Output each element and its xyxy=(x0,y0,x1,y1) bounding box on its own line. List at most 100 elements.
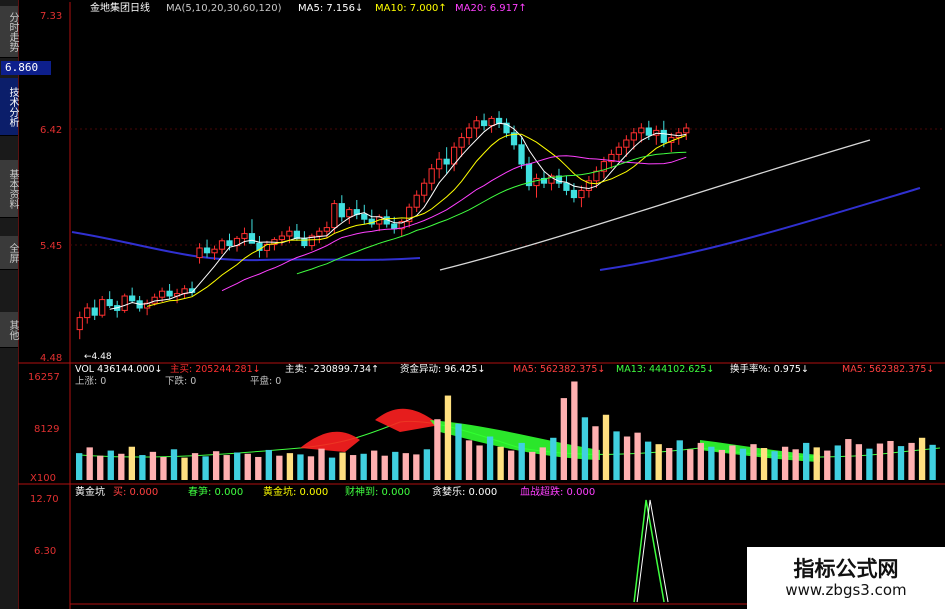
volume-bar xyxy=(297,454,304,480)
candle xyxy=(144,299,151,316)
volume-bar xyxy=(497,446,504,480)
volume-header-ma5-turnover: MA5: 562382.375↓ xyxy=(842,364,934,375)
volume-bar xyxy=(202,456,209,480)
volume-bar xyxy=(655,444,662,480)
volume-buy-band xyxy=(375,408,440,432)
candle-body xyxy=(158,290,166,298)
site-watermark: 指标公式网 www.zbgs3.com xyxy=(747,547,945,609)
ma5-line xyxy=(109,122,687,310)
candle xyxy=(196,243,203,264)
indicator-header-wealth-god: 财神到: 0.000 xyxy=(345,485,410,498)
watermark-url: www.zbgs3.com xyxy=(785,581,907,599)
candle xyxy=(263,240,271,258)
candle xyxy=(353,200,360,220)
candle-body xyxy=(286,230,293,237)
candle xyxy=(166,284,173,300)
volume-bar xyxy=(855,444,863,480)
candle xyxy=(683,123,690,140)
candle xyxy=(578,185,585,208)
candle-body xyxy=(106,299,113,307)
candle-body xyxy=(570,189,578,199)
candle-body xyxy=(578,189,585,199)
candle xyxy=(630,128,637,150)
candle-body xyxy=(316,230,323,237)
candle-body xyxy=(660,129,667,143)
volume-bar xyxy=(771,451,778,480)
volume-bar xyxy=(897,446,905,480)
volume-bar xyxy=(318,448,325,480)
candle-body xyxy=(421,182,428,196)
candle-body xyxy=(436,158,443,170)
candle-body xyxy=(278,235,286,241)
indicator-header: 黄金坑 买: 0.000 春笋: 0.000 黄金坑: 0.000 财神到: 0… xyxy=(75,485,595,498)
candle xyxy=(129,287,136,304)
volume-bar xyxy=(97,455,104,480)
candle-body xyxy=(166,290,173,297)
candle xyxy=(413,190,420,212)
volume-bar xyxy=(423,449,431,480)
candle xyxy=(421,178,428,203)
moving-average-lines xyxy=(109,122,687,310)
volume-bar xyxy=(118,453,125,480)
candle-body xyxy=(630,132,637,141)
candle-body xyxy=(151,296,158,304)
candle-body xyxy=(226,240,233,247)
volume-bar xyxy=(160,456,167,480)
volume-bar xyxy=(623,436,631,480)
price-header-ma5: MA5: 7.156↓ xyxy=(298,3,363,14)
volume-bar xyxy=(592,426,599,480)
volume-header-turnover: 换手率%: 0.975↓ xyxy=(730,363,809,375)
candle xyxy=(615,142,622,162)
indicator-spike-line xyxy=(636,499,669,603)
candle xyxy=(675,128,682,145)
candle xyxy=(465,123,473,145)
indicator-header-title: 黄金坑 xyxy=(75,485,105,498)
volume-bar xyxy=(550,437,557,480)
volume-bar xyxy=(739,448,747,480)
candle xyxy=(488,116,495,133)
volume-bar xyxy=(223,455,230,480)
candle-body xyxy=(623,139,630,148)
candle xyxy=(76,311,83,340)
volume-bar xyxy=(781,446,789,480)
indicator-series xyxy=(633,499,669,603)
volume-subheader-flat: 平盘: 0 xyxy=(250,375,281,387)
candle-body xyxy=(84,307,91,319)
candle-body xyxy=(346,209,353,218)
candle-body xyxy=(615,146,622,155)
candle xyxy=(84,303,91,324)
volume-bar xyxy=(212,451,220,480)
stock-chart[interactable]: 金地集团日线 MA(5,10,20,30,60,120) MA5: 7.156↓… xyxy=(0,0,945,609)
candle-body xyxy=(248,233,256,244)
volume-bar xyxy=(234,452,241,480)
price-header-ma20: MA20: 6.917↑ xyxy=(455,3,527,14)
volume-bar xyxy=(845,439,852,480)
indicator-header-oversold: 血战超跌: 0.000 xyxy=(520,485,595,498)
volume-bar xyxy=(349,455,357,480)
volume-bar xyxy=(813,447,820,480)
volume-bar xyxy=(339,452,346,480)
candle xyxy=(428,164,435,191)
candle-body xyxy=(293,230,301,239)
volume-bar xyxy=(729,445,736,480)
candle xyxy=(121,293,128,313)
volume-header-ma13: MA13: 444102.625↓ xyxy=(616,364,714,375)
candle xyxy=(518,137,525,169)
volume-buy-band xyxy=(300,431,360,452)
price-y-axis: 7.33 6.42 5.45 4.48 xyxy=(40,11,62,364)
volume-bar xyxy=(792,449,799,480)
volume-bar xyxy=(181,457,188,480)
volume-bar xyxy=(887,440,894,480)
volume-header-main-buy: 主买: 205244.281↓ xyxy=(170,363,261,375)
candle-body xyxy=(361,213,368,220)
watermark-title: 指标公式网 xyxy=(793,557,899,581)
volume-y-axis: 16257 8129 X100 xyxy=(28,372,60,484)
candle xyxy=(525,156,533,191)
volume-bar xyxy=(444,395,452,480)
volume-header: VOL 436144.000↓ 主买: 205244.281↓ 主卖: -230… xyxy=(75,363,934,387)
candle-body xyxy=(203,247,211,254)
volume-bar xyxy=(708,446,715,480)
volume-bar xyxy=(718,449,726,480)
candle xyxy=(406,203,413,228)
volume-bar xyxy=(918,437,926,480)
